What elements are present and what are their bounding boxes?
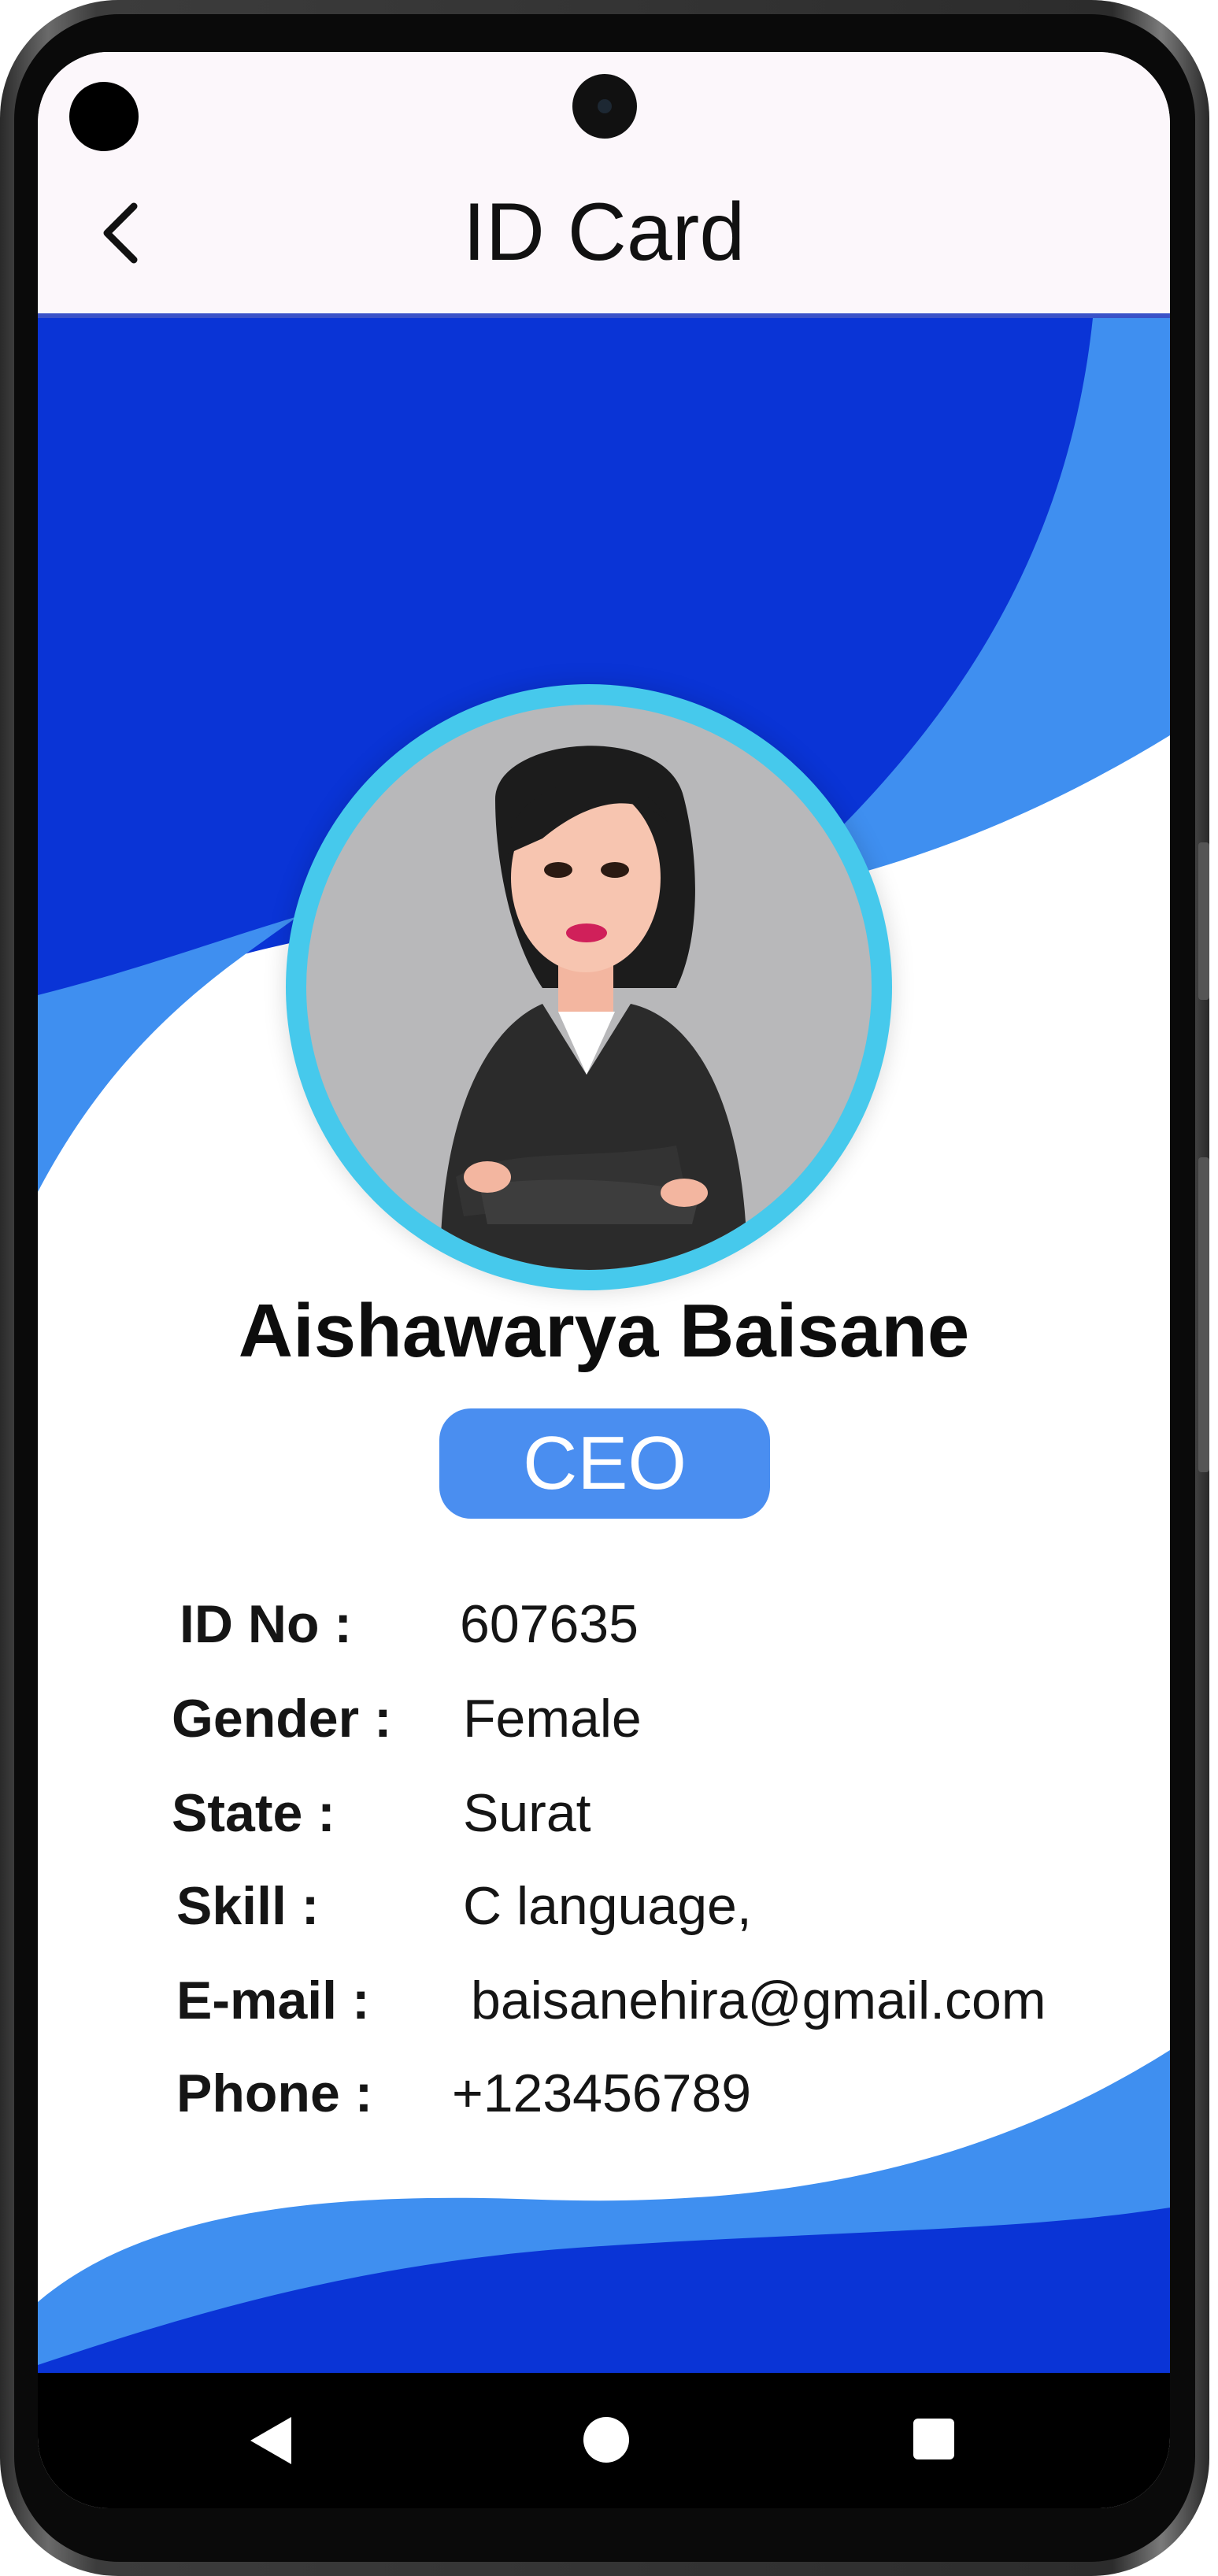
circle-home-icon[interactable] [583, 2417, 629, 2463]
avatar [306, 705, 872, 1270]
detail-label: State : [172, 1783, 335, 1843]
detail-label: ID No : [180, 1594, 353, 1654]
avatar-ring [286, 684, 892, 1290]
detail-value: C language, [463, 1876, 752, 1936]
app-bar: ID Card [38, 52, 1170, 313]
power-button [1198, 1157, 1209, 1472]
detail-value: Female [463, 1689, 642, 1749]
screen: ID Card Aishawarya Baisane CEO ID No: 6… [38, 52, 1170, 2508]
detail-label: Skill : [176, 1876, 320, 1936]
detail-value: Surat [463, 1783, 591, 1843]
front-camera [572, 74, 637, 139]
camera-cutout [69, 82, 139, 151]
detail-label: E-mail : [176, 1971, 370, 2030]
page-title: ID Card [462, 187, 746, 278]
square-recent-icon[interactable] [913, 2419, 954, 2459]
detail-value: baisanehira@gmail.com [471, 1971, 1046, 2030]
triangle-back-icon[interactable] [250, 2417, 291, 2464]
phone-frame: ID Card Aishawarya Baisane CEO ID No: 6… [0, 0, 1209, 2576]
role-badge: CEO [439, 1408, 770, 1519]
woman-avatar-illustration [440, 746, 747, 1270]
detail-label: Phone : [176, 2063, 373, 2123]
detail-value: 607635 [460, 1594, 639, 1654]
volume-button [1198, 842, 1209, 1000]
system-nav-bar [38, 2373, 1170, 2508]
id-card: Aishawarya Baisane CEO ID No : 607635 Ge… [38, 318, 1170, 2373]
detail-value: +123456789 [452, 2063, 752, 2123]
detail-label: Gender : [172, 1689, 392, 1749]
employee-name: Aishawarya Baisane [238, 1289, 970, 1373]
